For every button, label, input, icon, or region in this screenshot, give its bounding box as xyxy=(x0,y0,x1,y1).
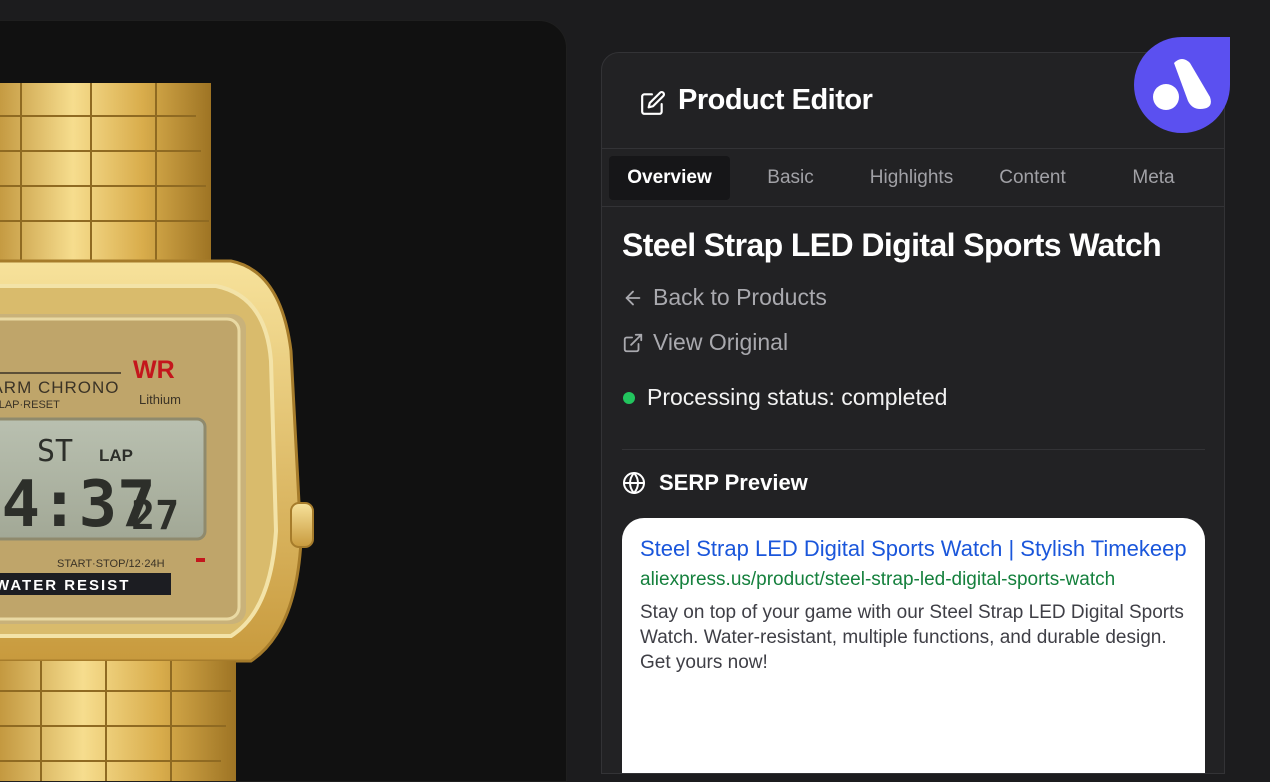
editor-header: Product Editor xyxy=(602,53,1224,149)
serp-heading-label: SERP Preview xyxy=(659,470,808,495)
view-original-link[interactable]: View Original xyxy=(622,329,1205,356)
serp-title[interactable]: Steel Strap LED Digital Sports Watch | S… xyxy=(640,536,1187,562)
editor-tabs: Overview Basic Highlights Content Meta xyxy=(602,149,1224,207)
serp-preview-card: Steel Strap LED Digital Sports Watch | S… xyxy=(622,518,1205,773)
view-link-label: View Original xyxy=(653,329,789,355)
tab-content[interactable]: Content xyxy=(972,156,1093,200)
external-link-icon xyxy=(623,333,643,352)
back-link-label: Back to Products xyxy=(653,284,827,310)
tab-highlights[interactable]: Highlights xyxy=(851,156,972,200)
back-to-products-link[interactable]: Back to Products xyxy=(622,284,1205,311)
tab-meta[interactable]: Meta xyxy=(1093,156,1214,200)
watch-display-lap: LAP xyxy=(99,446,133,465)
watch-brand-mark: WR xyxy=(133,356,175,384)
processing-status: Processing status: completed xyxy=(622,384,1205,411)
watch-image: LARM CHRONO HT/LAP·RESET WR Lithium ST L… xyxy=(0,83,314,781)
watch-sub-text: HT/LAP·RESET xyxy=(0,399,60,411)
serp-description: Stay on top of your game with our Steel … xyxy=(640,602,1184,673)
section-divider xyxy=(622,449,1205,450)
status-text: Processing status: completed xyxy=(647,384,948,410)
status-dot xyxy=(623,391,635,404)
watch-mode-text: LARM CHRONO xyxy=(0,378,120,397)
serp-url: aliexpress.us/product/steel-strap-led-di… xyxy=(640,569,1116,590)
app-logo-badge[interactable] xyxy=(1134,37,1230,133)
tab-overview[interactable]: Overview xyxy=(609,155,730,200)
watch-band-text: WATER RESIST xyxy=(0,577,130,594)
product-image-card: LARM CHRONO HT/LAP·RESET WR Lithium ST L… xyxy=(0,20,567,782)
watch-battery-text: Lithium xyxy=(139,392,181,407)
serp-preview-heading: SERP Preview xyxy=(622,470,1205,496)
globe-icon xyxy=(623,472,645,494)
app-logo-icon xyxy=(1153,59,1211,110)
watch-display-top: ST xyxy=(37,434,73,469)
editor-title: Product Editor xyxy=(678,84,873,116)
product-editor-panel: Product Editor Overview Basic Highlights… xyxy=(601,52,1225,774)
watch-display-seconds: 27 xyxy=(131,493,179,539)
tab-basic[interactable]: Basic xyxy=(730,156,851,200)
arrow-left-icon xyxy=(625,290,641,305)
product-title: Steel Strap LED Digital Sports Watch xyxy=(622,227,1162,263)
edit-icon xyxy=(641,90,665,115)
overview-content: Steel Strap LED Digital Sports Watch Bac… xyxy=(602,227,1224,773)
watch-bottom-right: START·STOP/12·24H xyxy=(57,558,165,570)
